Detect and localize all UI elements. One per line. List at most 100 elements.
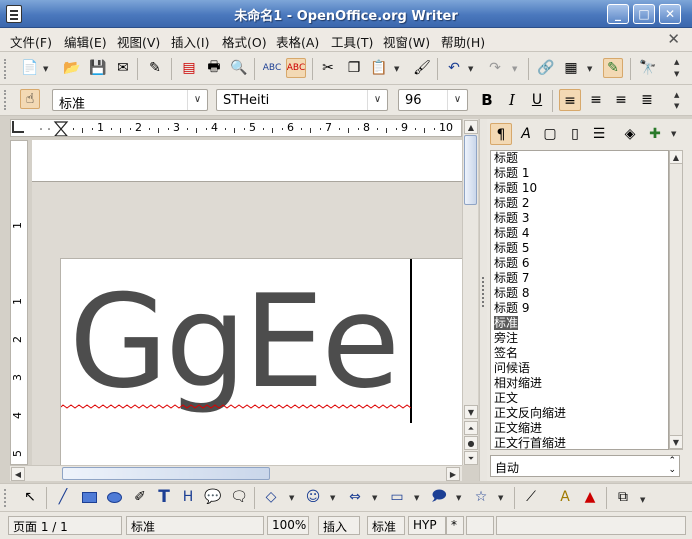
spin-arrows-icon[interactable]: ⌃ ⌄ [668, 457, 676, 475]
new-style-icon[interactable]: ✚ [644, 123, 666, 145]
block-arrows-dropdown-icon[interactable]: ▼ [372, 494, 377, 502]
print-icon[interactable]: 🖶 [204, 58, 224, 78]
open-icon[interactable]: 📂 [62, 58, 82, 78]
symbol-shapes-icon[interactable]: ☺ [303, 487, 323, 507]
align-left-icon[interactable]: ≡ [559, 89, 581, 111]
character-styles-icon[interactable]: A [515, 123, 537, 145]
digital-signature-status[interactable] [466, 516, 494, 535]
scroll-left-icon[interactable]: ◀ [11, 467, 25, 481]
page-style[interactable]: 标准 [126, 516, 264, 535]
basic-shapes-icon[interactable]: ◇ [261, 487, 281, 507]
toolbar-grip[interactable] [4, 59, 8, 79]
tab-stop-type-icon[interactable] [12, 121, 24, 133]
style-list-item[interactable]: 正文缩进 [491, 421, 668, 436]
scroll-up-icon[interactable]: ▲ [669, 150, 683, 164]
callouts-dropdown-icon[interactable]: ▼ [456, 494, 461, 502]
scroll-right-icon[interactable]: ▶ [446, 467, 460, 481]
hyperlink-icon[interactable]: 🔗 [536, 58, 556, 78]
paragraph-styles-icon[interactable]: ¶ [490, 123, 512, 145]
table-dropdown-icon[interactable]: ▼ [587, 65, 592, 73]
maximize-button[interactable]: □ [633, 4, 655, 24]
table-icon[interactable]: ▦ [561, 58, 581, 78]
close-window-button[interactable]: ✕ [659, 4, 681, 24]
align-center-icon[interactable]: ≡ [585, 89, 607, 111]
next-page-icon[interactable]: ⏷ [464, 451, 478, 465]
toolbar-grip[interactable] [4, 489, 8, 507]
style-list-item[interactable]: 标题 4 [491, 226, 668, 241]
email-icon[interactable]: ✉ [113, 58, 133, 78]
extrusion-icon[interactable]: ⧉ [613, 487, 633, 507]
document-page[interactable]: GgEe [60, 258, 462, 465]
style-list-item[interactable]: 相对缩进 [491, 376, 668, 391]
drawing-overflow-icon[interactable]: ▼ [640, 496, 645, 504]
find-replace-icon[interactable]: 🔭 [638, 58, 658, 78]
horizontal-scroll-thumb[interactable] [62, 467, 270, 480]
scroll-down-icon[interactable]: ▼ [669, 435, 683, 449]
menu-view[interactable]: 视图(V) [117, 32, 160, 51]
document-modified-indicator[interactable]: * [446, 516, 464, 535]
menu-window[interactable]: 视窗(W) [383, 32, 430, 51]
style-list-item[interactable]: 标题 [491, 151, 668, 166]
style-list-item[interactable]: 标题 5 [491, 241, 668, 256]
toolbar-overflow-icon[interactable]: ▲ [674, 91, 679, 99]
minimize-button[interactable]: _ [607, 4, 629, 24]
frame-styles-icon[interactable]: ▢ [539, 123, 561, 145]
style-list-item[interactable]: 标题 7 [491, 271, 668, 286]
styles-list-scrollbar[interactable]: ▲ ▼ [669, 150, 683, 450]
format-paintbrush-icon[interactable]: 🖌 [412, 58, 432, 78]
styles-list[interactable]: 标题 标题 1 标题 10 标题 2 标题 3 标题 4 标题 5 标题 6 标题 7 标题 8标… [490, 150, 669, 450]
italic-button[interactable]: I [501, 89, 523, 111]
vertical-scrollbar[interactable]: ▲ ▼ ⏶ ● ⏷ [462, 119, 478, 465]
chevron-down-icon[interactable]: ∨ [187, 90, 207, 110]
underline-button[interactable]: U [526, 89, 548, 111]
style-list-item[interactable]: 标题 9 [491, 301, 668, 316]
justify-icon[interactable]: ≣ [636, 89, 658, 111]
stars-icon[interactable]: ☆ [471, 487, 491, 507]
style-list-item[interactable]: 标题 8 [491, 286, 668, 301]
style-filter-select[interactable]: 自动 ⌃ ⌄ [490, 455, 680, 477]
copy-icon[interactable]: ❐ [344, 58, 364, 78]
style-list-item[interactable]: 正文行首缩进 [491, 436, 668, 449]
document-text[interactable]: GgEe [69, 279, 400, 407]
style-list-item[interactable]: 旁注 [491, 331, 668, 346]
auto-spellcheck-icon[interactable]: ABC [286, 58, 306, 78]
ellipse-icon[interactable] [104, 487, 124, 507]
style-list-item[interactable]: 标题 1 [491, 166, 668, 181]
cut-icon[interactable]: ✂ [318, 58, 338, 78]
spellcheck-icon[interactable]: ABC [262, 58, 282, 78]
symbol-shapes-dropdown-icon[interactable]: ▼ [330, 494, 335, 502]
chevron-down-icon[interactable]: ∨ [447, 90, 467, 110]
export-pdf-icon[interactable]: ▤ [179, 58, 199, 78]
menu-insert[interactable]: 插入(I) [171, 32, 209, 51]
style-list-item[interactable]: 标题 2 [491, 196, 668, 211]
toolbar-grip[interactable] [4, 90, 8, 110]
redo-icon[interactable]: ↷ [485, 58, 505, 78]
menu-format[interactable]: 格式(O) [222, 32, 267, 51]
freeform-line-icon[interactable]: ✐ [130, 487, 150, 507]
style-list-item[interactable]: 问候语 [491, 361, 668, 376]
vertical-text-icon[interactable]: H [178, 487, 198, 507]
toolbar-overflow-down-icon[interactable]: ▼ [674, 70, 679, 78]
insert-mode[interactable]: 插入 [318, 516, 360, 535]
menu-table[interactable]: 表格(A) [276, 32, 319, 51]
style-list-item[interactable]: 标题 10 [491, 181, 668, 196]
style-list-item[interactable]: 正文反向缩进 [491, 406, 668, 421]
menu-help[interactable]: 帮助(H) [441, 32, 485, 51]
save-icon[interactable]: 💾 [88, 58, 108, 78]
style-list-item[interactable]: 标题 6 [491, 256, 668, 271]
close-document-icon[interactable]: ✕ [667, 30, 680, 48]
hyperlink-mode[interactable]: HYP [408, 516, 446, 535]
paragraph-style-select[interactable]: 标准 ∨ [52, 89, 208, 112]
font-size-select[interactable]: 96 ∨ [398, 89, 468, 111]
panel-splitter[interactable] [479, 119, 487, 481]
list-styles-icon[interactable]: ☰ [588, 123, 610, 145]
toolbar-overflow-down-icon[interactable]: ▼ [674, 102, 679, 110]
new-dropdown-icon[interactable]: ▼ [43, 65, 48, 73]
style-list-item[interactable]: 标准 [491, 316, 668, 331]
horizontal-ruler[interactable]: 1 2 3 4 5 6 7 8 9 10 [10, 119, 462, 137]
selection-mode[interactable]: 标准 [367, 516, 405, 535]
block-arrows-icon[interactable]: ⇔ [345, 487, 365, 507]
edit-file-icon[interactable]: ✎ [145, 58, 165, 78]
fill-format-mode-icon[interactable]: ◈ [619, 123, 641, 145]
styles-formatting-icon[interactable]: ☝ [20, 89, 40, 109]
